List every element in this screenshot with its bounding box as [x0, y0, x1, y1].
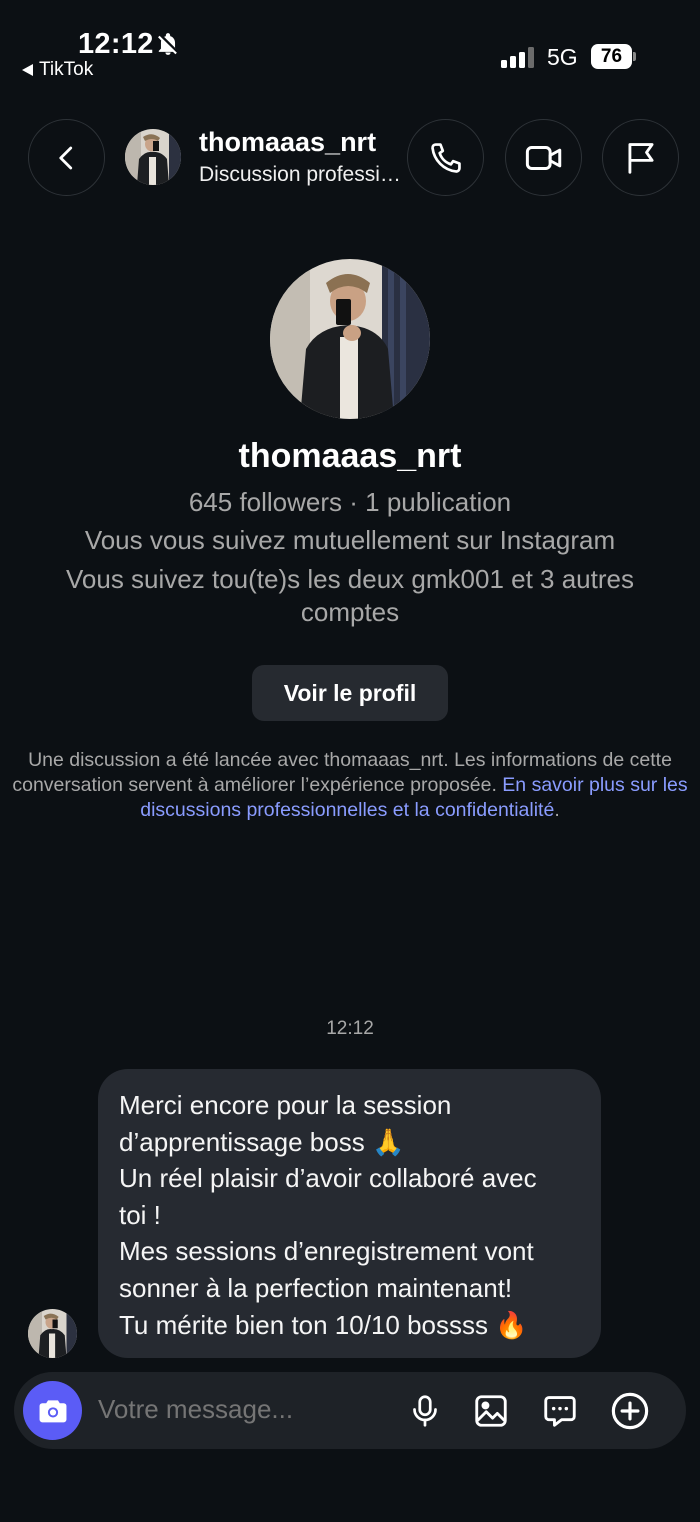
call-button[interactable]: [407, 119, 484, 196]
sticker-button[interactable]: [539, 1390, 581, 1432]
status-time: 12:12: [78, 28, 154, 60]
bell-off-icon: [158, 33, 177, 55]
sticker-icon: [544, 1396, 576, 1427]
message-composer: [14, 1372, 686, 1449]
message-line: Mes sessions d’enregistrement vont: [119, 1236, 534, 1267]
message-input[interactable]: [98, 1394, 388, 1425]
video-icon: [525, 145, 561, 170]
disclaimer-end: .: [554, 799, 560, 821]
microphone-button[interactable]: [404, 1390, 446, 1432]
message-line: toi !: [119, 1199, 161, 1230]
back-app-label: TikTok: [39, 59, 94, 80]
report-button[interactable]: [602, 119, 679, 196]
back-button[interactable]: [28, 119, 105, 196]
profile-common-line1: Vous suivez tou(te)s les deux gmk001 et …: [66, 564, 634, 594]
message-line: sonner à la perfection maintenant!: [119, 1272, 513, 1303]
back-triangle-icon: [22, 64, 33, 76]
profile-username: thomaaas_nrt: [238, 437, 462, 475]
network-label: 5G: [547, 44, 578, 70]
message-timestamp: 12:12: [326, 1018, 374, 1039]
profile-avatar[interactable]: [270, 259, 430, 419]
message-line: Tu mérite bien ton 10/10 bossss 🔥: [119, 1309, 528, 1340]
video-call-button[interactable]: [505, 119, 582, 196]
business-disclaimer: Une discussion a été lancée avec thomaaa…: [10, 748, 690, 823]
profile-common-line2: comptes: [300, 597, 400, 627]
gallery-button[interactable]: [470, 1390, 512, 1432]
battery-icon: 76: [591, 44, 636, 69]
camera-icon: [39, 1399, 66, 1422]
battery-level: 76: [591, 44, 632, 69]
message-bubble[interactable]: Merci encore pour la session d’apprentis…: [98, 1069, 601, 1358]
camera-button[interactable]: [23, 1381, 82, 1440]
message-line: d’apprentissage boss 🙏: [119, 1126, 405, 1157]
profile-mutual: Vous vous suivez mutuellement sur Instag…: [84, 525, 616, 555]
view-profile-button[interactable]: Voir le profil: [252, 665, 448, 721]
header-subtitle: Discussion professionnelle: [199, 163, 409, 186]
header-username[interactable]: thomaaas_nrt: [199, 127, 376, 158]
back-icon: [58, 146, 72, 169]
more-button[interactable]: [609, 1390, 651, 1432]
message-line: Merci encore pour la session: [119, 1090, 452, 1120]
phone-icon: [430, 142, 461, 173]
microphone-icon: [413, 1395, 437, 1427]
plus-icon: [611, 1392, 649, 1430]
profile-stats: 645 followers · 1 publication: [188, 487, 512, 517]
sender-avatar[interactable]: [28, 1309, 77, 1358]
flag-icon: [627, 142, 654, 174]
back-to-app-link[interactable]: TikTok: [22, 59, 93, 81]
gallery-icon: [475, 1395, 507, 1427]
header-avatar[interactable]: [125, 129, 181, 185]
message-line: Un réel plaisir d’avoir collaboré avec: [119, 1163, 537, 1194]
signal-icon: [501, 46, 534, 68]
